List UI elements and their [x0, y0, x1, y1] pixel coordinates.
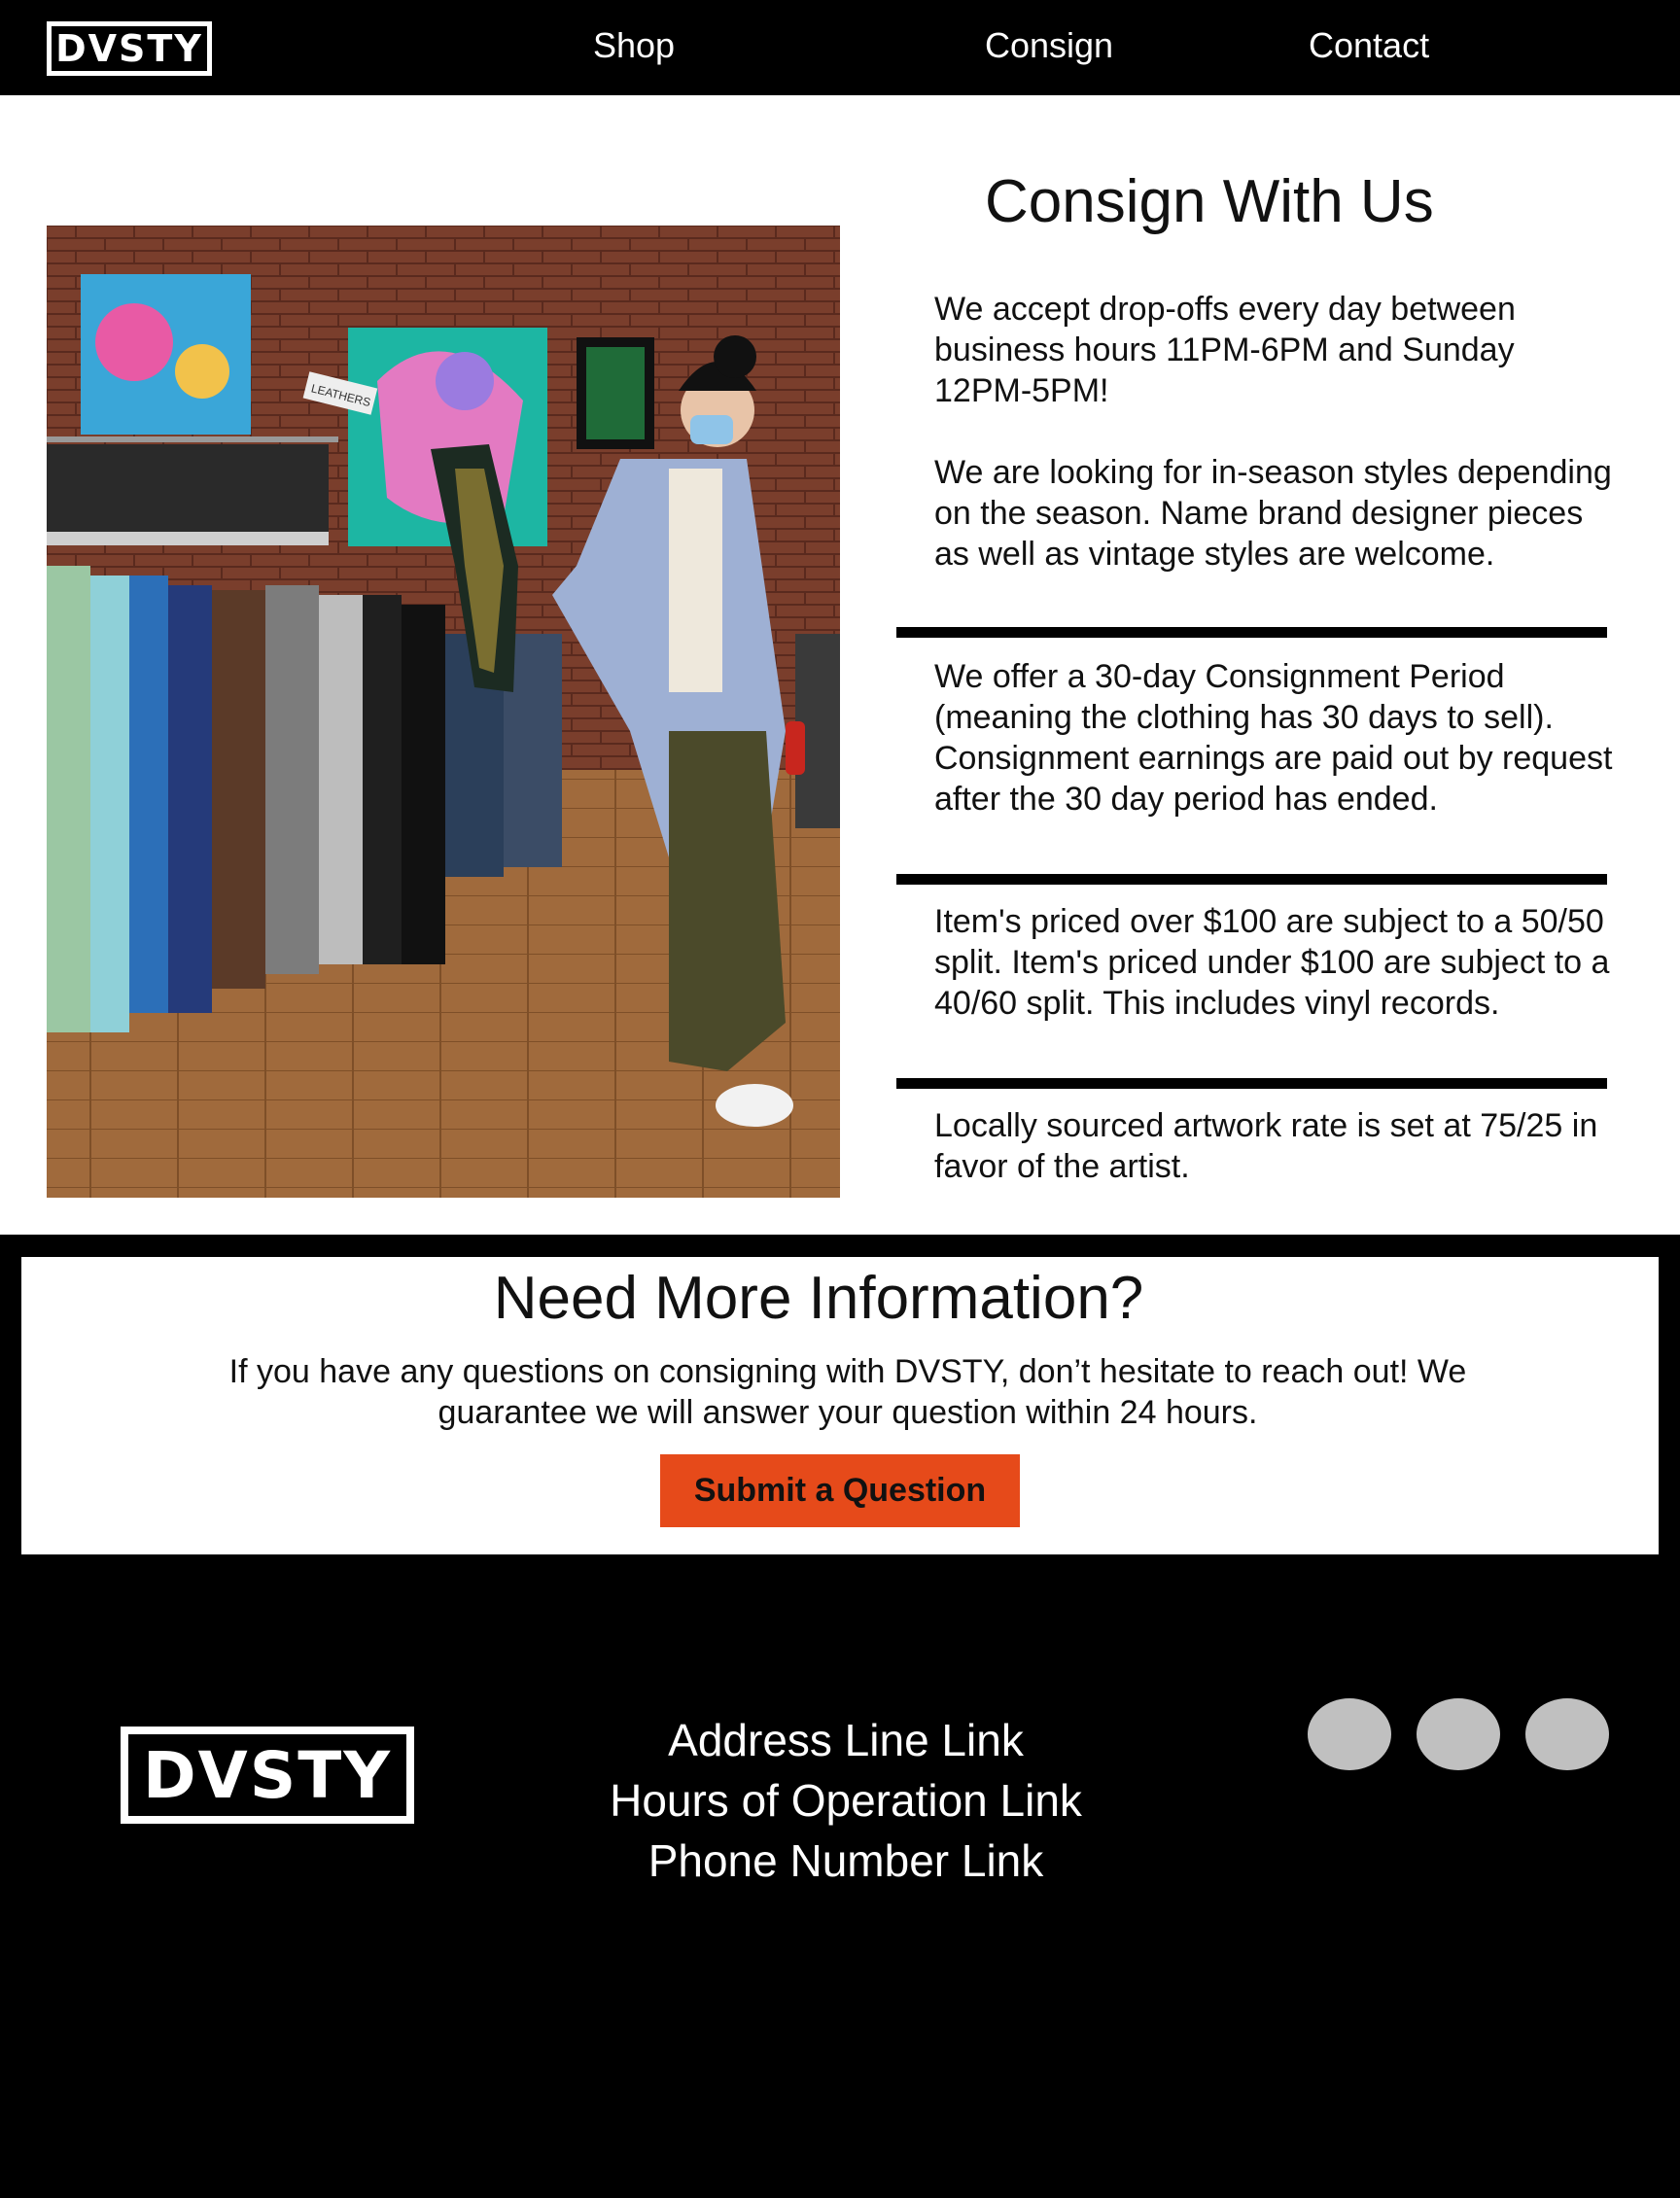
- logo[interactable]: DVSTY: [47, 21, 212, 76]
- site-header: DVSTY Shop Consign Contact: [0, 0, 1680, 95]
- section-divider: [896, 874, 1607, 885]
- section-divider: [896, 1078, 1607, 1089]
- info-text: If you have any questions on consigning …: [228, 1353, 1467, 1431]
- artwork-rate-text: Locally sourced artwork rate is set at 7…: [934, 1107, 1598, 1185]
- nav-shop[interactable]: Shop: [593, 25, 675, 66]
- nav-consign[interactable]: Consign: [985, 25, 1113, 66]
- info-title: Need More Information?: [493, 1265, 1144, 1332]
- social-icon-2[interactable]: [1417, 1698, 1500, 1770]
- dropoff-hours-text: We accept drop-offs every day between bu…: [934, 291, 1516, 409]
- social-icon-3[interactable]: [1525, 1698, 1609, 1770]
- store-photo: LEATHERS: [47, 226, 840, 1198]
- pricing-split-text: Item's priced over $100 are subject to a…: [934, 903, 1610, 1022]
- footer-logo[interactable]: DVSTY: [121, 1727, 414, 1824]
- nav-contact[interactable]: Contact: [1309, 25, 1429, 66]
- phone-link[interactable]: Phone Number Link: [544, 1834, 1147, 1887]
- submit-question-button[interactable]: Submit a Question: [660, 1454, 1020, 1527]
- address-link[interactable]: Address Line Link: [544, 1714, 1147, 1766]
- social-icon-1[interactable]: [1308, 1698, 1391, 1770]
- section-divider: [896, 627, 1607, 638]
- page-title: Consign With Us: [985, 168, 1434, 235]
- hours-link[interactable]: Hours of Operation Link: [544, 1774, 1147, 1827]
- consignment-period-text: We offer a 30-day Consignment Period (me…: [934, 658, 1613, 818]
- styles-text: We are looking for in-season styles depe…: [934, 454, 1612, 573]
